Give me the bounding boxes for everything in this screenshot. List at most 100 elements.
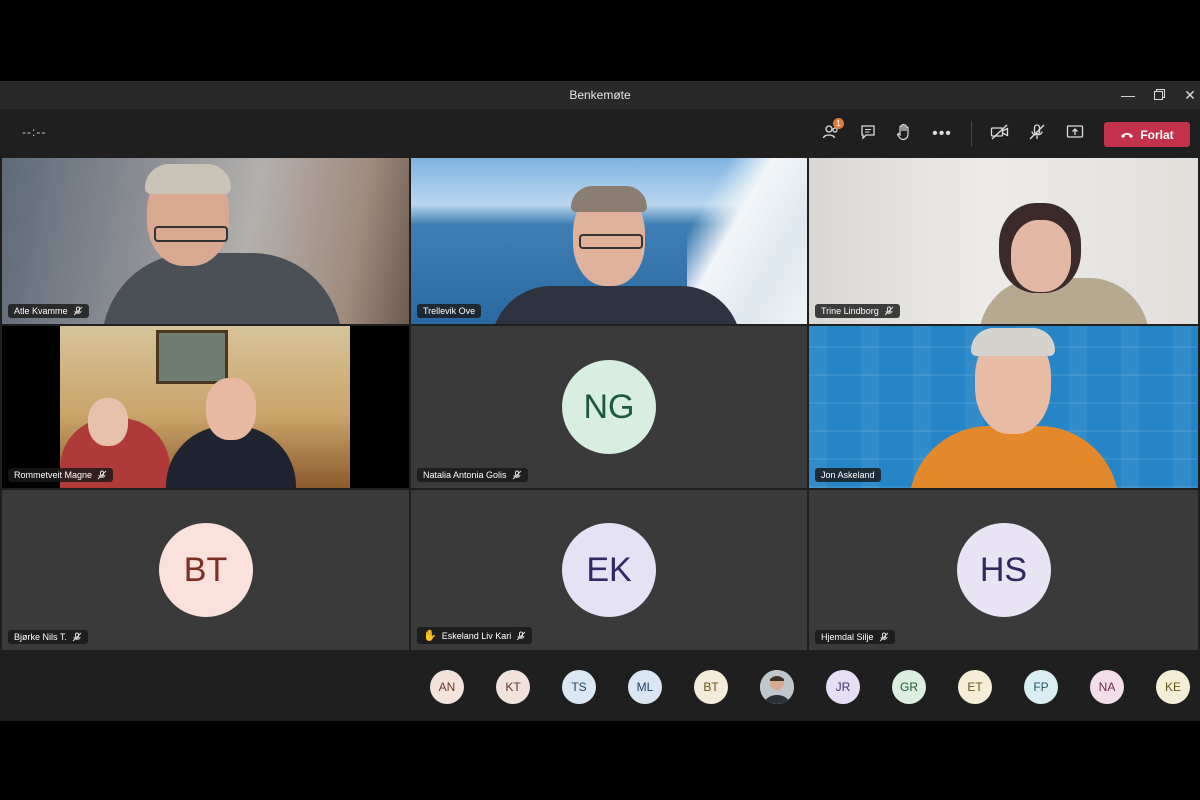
avatar-initials: ML — [636, 680, 654, 694]
participant-name-pill: ✋ Eskeland Liv Kari — [417, 627, 533, 644]
video-tile-rommetveit-magne[interactable]: Rommetveit Magne — [2, 326, 409, 488]
toolbar-divider — [971, 121, 972, 147]
participant-video — [969, 158, 1169, 324]
participant-name: Jon Askeland — [821, 470, 875, 480]
avatar: NG — [562, 360, 656, 454]
window-title: Benkemøte — [569, 88, 631, 102]
avatar-initials: KE — [1164, 680, 1181, 694]
participant-video — [60, 326, 350, 488]
avatar-initials: AN — [438, 680, 456, 694]
participant-name: Atle Kvamme — [14, 306, 68, 316]
participant-name-pill: Rommetveit Magne — [8, 468, 114, 482]
title-bar: Benkemøte — ✕ — [0, 81, 1200, 109]
participant-name-pill: Trine Lindborg — [815, 304, 900, 318]
participant-video — [102, 158, 362, 324]
avatar-initials: NA — [1098, 680, 1116, 694]
mic-off-icon — [1028, 123, 1046, 146]
more-actions-button[interactable]: ••• — [929, 121, 955, 147]
share-icon — [1066, 124, 1084, 145]
avatar: BT — [158, 523, 253, 617]
avatar-initials: ET — [967, 680, 983, 694]
tray-avatar[interactable]: KT — [496, 670, 530, 704]
tray-avatar-photo[interactable] — [760, 670, 794, 704]
participant-name: Rommetveit Magne — [14, 470, 93, 480]
participants-badge: 1 — [833, 118, 844, 129]
tray-avatar[interactable]: JR — [826, 670, 860, 704]
participant-name-pill: Jon Askeland — [815, 468, 881, 482]
participant-name: Hjemdal Silje — [821, 632, 874, 642]
leave-label: Forlat — [1140, 127, 1174, 142]
mic-toggle-button[interactable] — [1024, 121, 1050, 147]
avatar-initials: FP — [1033, 680, 1049, 694]
painting — [156, 330, 228, 384]
avatar-initials: KT — [505, 680, 521, 694]
mic-muted-icon — [73, 306, 83, 316]
mic-muted-icon — [512, 470, 522, 480]
raise-hand-button[interactable] — [891, 121, 917, 147]
tray-avatar[interactable]: BT — [694, 670, 728, 704]
avatar-initials: NG — [583, 387, 635, 426]
tray-avatar[interactable]: KE — [1156, 670, 1190, 704]
mic-muted-icon — [97, 470, 107, 480]
teams-meeting-window: Benkemøte — ✕ --:-- 1 ••• Forlat Atle Kv… — [0, 81, 1200, 721]
participant-tray: AN KT TS ML BT JR GR ET FP NA KE — [0, 651, 1200, 721]
mic-muted-icon — [879, 632, 889, 642]
participant-name: Eskeland Liv Kari — [441, 630, 512, 641]
raised-hand-icon: ✋ — [423, 630, 437, 642]
minimize-icon[interactable]: — — [1118, 85, 1138, 105]
tray-avatar[interactable]: ML — [628, 670, 662, 704]
tray-avatar[interactable]: GR — [892, 670, 926, 704]
video-tile-atle-kvamme[interactable]: Atle Kvamme — [2, 158, 409, 324]
mic-muted-icon — [884, 306, 894, 316]
camera-off-icon — [990, 123, 1010, 145]
avatar: HS — [956, 523, 1051, 617]
avatar-initials: BT — [703, 680, 719, 694]
profile-photo — [760, 670, 794, 704]
meeting-toolbar: --:-- 1 ••• Forlat — [0, 109, 1200, 157]
avatar: EK — [562, 523, 656, 617]
avatar-initials: JR — [835, 680, 851, 694]
avatar-initials: EK — [586, 550, 632, 589]
avatar-initials: GR — [900, 680, 918, 694]
participant-name-pill: Natalia Antonia Golis — [417, 468, 528, 482]
share-screen-button[interactable] — [1062, 121, 1088, 147]
chat-button[interactable] — [855, 121, 881, 147]
more-icon: ••• — [932, 125, 952, 142]
avatar-initials: HS — [979, 550, 1028, 589]
phone-hangup-icon — [1120, 128, 1134, 142]
mic-muted-icon — [516, 631, 526, 641]
video-tile-bjorke-nils-t[interactable]: BT Bjørke Nils T. — [2, 490, 409, 650]
video-tile-trine-lindborg[interactable]: Trine Lindborg — [809, 158, 1198, 324]
avatar-initials: BT — [183, 550, 228, 589]
participant-name: Trellevik Ove — [423, 306, 476, 316]
participant-name-pill: Bjørke Nils T. — [8, 630, 88, 644]
mic-muted-icon — [72, 632, 82, 642]
tray-avatar[interactable]: FP — [1024, 670, 1058, 704]
participants-button[interactable]: 1 — [818, 118, 844, 147]
participant-name: Natalia Antonia Golis — [423, 470, 507, 480]
participant-name-pill: Trellevik Ove — [417, 304, 482, 318]
video-tile-natalia-antonia-golis[interactable]: NG Natalia Antonia Golis — [411, 326, 807, 488]
participant-name-pill: Atle Kvamme — [8, 304, 89, 318]
participant-video — [491, 158, 751, 324]
tray-avatar[interactable]: AN — [430, 670, 464, 704]
participant-name: Trine Lindborg — [821, 306, 879, 316]
leave-button[interactable]: Forlat — [1104, 122, 1190, 147]
video-tile-jon-askeland[interactable]: Jon Askeland — [809, 326, 1198, 488]
meeting-timer: --:-- — [22, 125, 47, 139]
close-icon[interactable]: ✕ — [1180, 85, 1200, 105]
tray-avatar[interactable]: ET — [958, 670, 992, 704]
camera-toggle-button[interactable] — [987, 121, 1013, 147]
chat-icon — [860, 124, 876, 145]
video-tile-trellevik-ove[interactable]: Trellevik Ove — [411, 158, 807, 324]
participant-video — [909, 326, 1129, 488]
hand-icon — [896, 123, 912, 146]
tray-avatar[interactable]: TS — [562, 670, 596, 704]
participant-name-pill: Hjemdal Silje — [815, 630, 895, 644]
participant-name: Bjørke Nils T. — [14, 632, 67, 642]
tray-avatar[interactable]: NA — [1090, 670, 1124, 704]
restore-icon[interactable] — [1149, 85, 1169, 105]
video-tile-hjemdal-silje[interactable]: HS Hjemdal Silje — [809, 490, 1198, 650]
avatar-initials: TS — [571, 680, 587, 694]
video-tile-eskeland-liv-kari[interactable]: EK ✋ Eskeland Liv Kari — [411, 490, 807, 650]
